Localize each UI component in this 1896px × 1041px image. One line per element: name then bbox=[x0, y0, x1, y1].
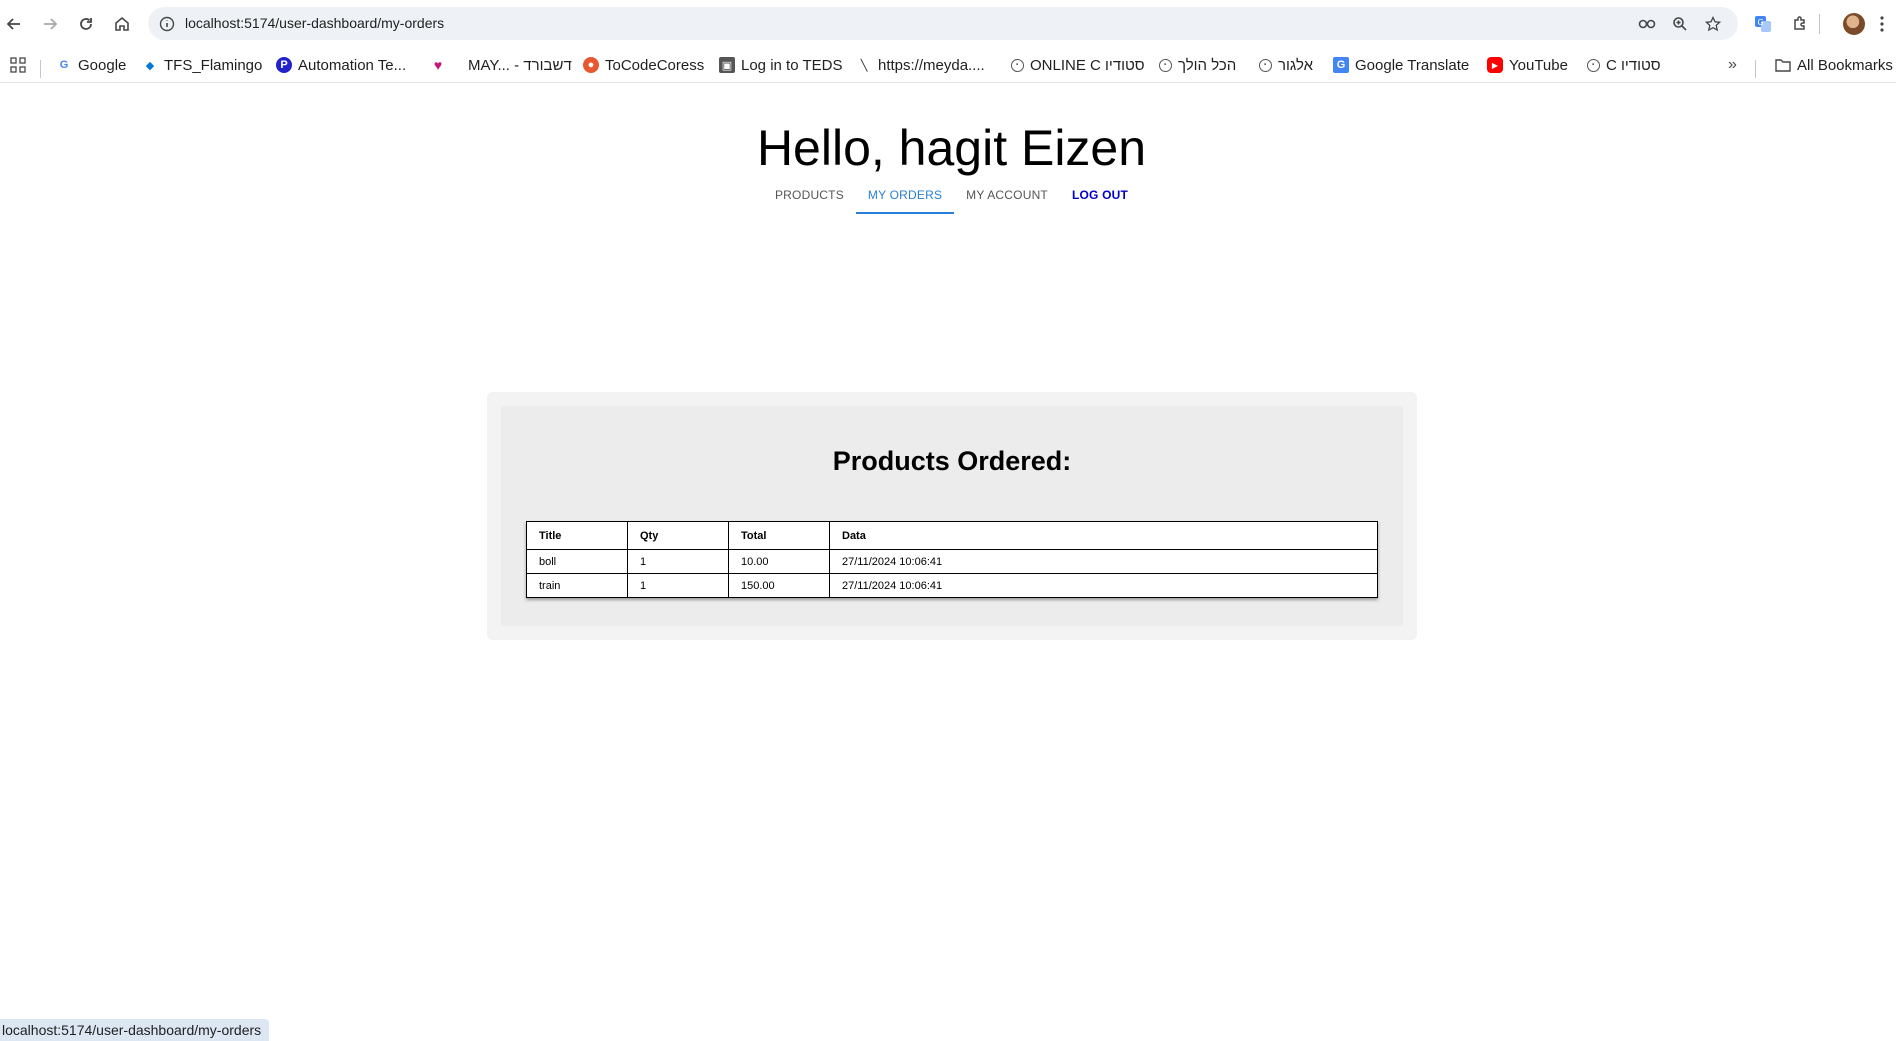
p-icon: P bbox=[276, 57, 292, 73]
column-header-qty: Qty bbox=[627, 521, 729, 550]
bookmark-hakol-holech[interactable]: · הכל הולך bbox=[1159, 54, 1236, 76]
bookmark-google-translate[interactable]: G Google Translate bbox=[1333, 54, 1469, 76]
bookmark-online-c[interactable]: · ONLINE C סטודיו bbox=[1011, 54, 1145, 76]
more-bookmarks-chevron-icon[interactable]: » bbox=[1728, 54, 1737, 76]
youtube-icon: ▶ bbox=[1487, 57, 1503, 73]
heart-icon: ♥ bbox=[433, 57, 443, 73]
meyda-icon: ╲ bbox=[860, 59, 868, 72]
bookmark-label: ToCodeCoress bbox=[605, 56, 705, 74]
bookmark-meyda[interactable]: ╲ https://meyda.... bbox=[856, 54, 985, 76]
bookmark-studio-c[interactable]: · C סטודיו bbox=[1587, 54, 1661, 76]
cell-total: 150.00 bbox=[728, 573, 830, 598]
globe-icon: · bbox=[1011, 58, 1024, 72]
bookmark-automation[interactable]: P Automation Te... bbox=[276, 54, 406, 76]
globe-icon: · bbox=[1159, 58, 1172, 72]
password-key-icon[interactable] bbox=[1636, 12, 1660, 36]
bookmark-algor[interactable]: · אלגור bbox=[1259, 54, 1313, 76]
bookmark-label: Google bbox=[78, 56, 127, 74]
address-bar[interactable]: localhost:5174/user-dashboard/my-orders bbox=[148, 7, 1738, 40]
cell-qty: 1 bbox=[627, 573, 729, 598]
site-info-icon[interactable] bbox=[155, 12, 179, 36]
translate-icon[interactable]: G bbox=[1749, 10, 1777, 38]
bookmark-label: MAY... - דשבורד bbox=[468, 56, 572, 74]
bookmark-label: YouTube bbox=[1509, 56, 1568, 74]
table-row: boll 1 10.00 27/11/2024 10:06:41 bbox=[526, 549, 1378, 574]
bookmark-label: Automation Te... bbox=[298, 56, 407, 74]
nav-my-account[interactable]: MY ACCOUNT bbox=[954, 186, 1060, 214]
forward-icon[interactable] bbox=[36, 10, 64, 38]
column-header-data: Data bbox=[829, 521, 1378, 550]
bookmark-label: Log in to TEDS bbox=[741, 56, 843, 74]
extensions-icon[interactable] bbox=[1786, 10, 1814, 38]
bookmark-label: TFS_Flamingo bbox=[164, 56, 263, 74]
orders-panel: Products Ordered: Title Qty Total Data b… bbox=[487, 392, 1417, 640]
column-header-total: Total bbox=[728, 521, 830, 550]
bookmarks-bar: G Google ◆ TFS_Flamingo P Automation Te.… bbox=[0, 48, 1896, 83]
google-icon: G bbox=[59, 59, 69, 71]
bookmark-label: אלגור bbox=[1278, 56, 1314, 74]
orders-panel-inner: Products Ordered: Title Qty Total Data b… bbox=[501, 406, 1403, 626]
teds-icon: ▣ bbox=[719, 57, 735, 73]
cell-date: 27/11/2024 10:06:41 bbox=[829, 549, 1378, 574]
all-bookmarks[interactable]: All Bookmarks bbox=[1775, 54, 1893, 76]
status-bar-url: localhost:5174/user-dashboard/my-orders bbox=[0, 1019, 270, 1041]
column-header-title: Title bbox=[526, 521, 628, 550]
url-text[interactable]: localhost:5174/user-dashboard/my-orders bbox=[185, 15, 444, 31]
bookmark-label: ONLINE C סטודיו bbox=[1030, 56, 1145, 74]
bookmarks-divider bbox=[1755, 60, 1756, 78]
bookmark-tocode[interactable]: ● ToCodeCoress bbox=[583, 54, 704, 76]
nav-products[interactable]: PRODUCTS bbox=[763, 186, 856, 214]
bookmark-label: Google Translate bbox=[1355, 56, 1470, 74]
home-icon[interactable] bbox=[108, 10, 136, 38]
bookmark-google[interactable]: G Google bbox=[56, 54, 127, 76]
bookmark-youtube[interactable]: ▶ YouTube bbox=[1487, 54, 1568, 76]
cell-total: 10.00 bbox=[728, 549, 830, 574]
orders-table: Title Qty Total Data boll 1 10.00 27/11/… bbox=[526, 521, 1378, 598]
all-bookmarks-label: All Bookmarks bbox=[1797, 56, 1893, 74]
cell-title: train bbox=[526, 573, 628, 598]
bookmark-tfs-flamingo[interactable]: ◆ TFS_Flamingo bbox=[142, 54, 263, 76]
nav-logout-button[interactable]: LOG OUT bbox=[1060, 186, 1140, 214]
svg-text:G: G bbox=[1758, 18, 1764, 27]
table-header-row: Title Qty Total Data bbox=[526, 521, 1378, 550]
cell-title: boll bbox=[526, 549, 628, 574]
greeting-heading: Hello, hagit Eizen bbox=[756, 120, 1147, 176]
translate-icon: G bbox=[1333, 57, 1349, 73]
orders-title: Products Ordered: bbox=[832, 446, 1072, 476]
bookmark-label: C סטודיו bbox=[1606, 56, 1661, 74]
bookmark-label: https://meyda.... bbox=[878, 56, 985, 74]
menu-kebab-icon[interactable] bbox=[1872, 10, 1892, 38]
back-icon[interactable] bbox=[0, 10, 28, 38]
table-row: train 1 150.00 27/11/2024 10:06:41 bbox=[526, 573, 1378, 598]
dashboard-nav: PRODUCTS MY ORDERS MY ACCOUNT LOG OUT bbox=[0, 186, 1896, 214]
bookmark-label: הכל הולך bbox=[1178, 56, 1237, 74]
globe-icon: · bbox=[1587, 58, 1600, 72]
globe-icon: · bbox=[1259, 58, 1272, 72]
apps-grid-icon[interactable] bbox=[10, 54, 26, 76]
azure-devops-icon: ◆ bbox=[145, 59, 155, 72]
toolbar-divider bbox=[1819, 14, 1820, 34]
bookmarks-divider bbox=[40, 60, 41, 78]
cell-qty: 1 bbox=[627, 549, 729, 574]
bookmark-star-icon[interactable] bbox=[1701, 12, 1725, 36]
bookmark-may-dashboard[interactable]: ♥ MAY... - דשבורד bbox=[430, 54, 572, 76]
reload-icon[interactable] bbox=[72, 10, 100, 38]
profile-avatar[interactable] bbox=[1840, 10, 1868, 38]
bookmark-teds[interactable]: ▣ Log in to TEDS bbox=[719, 54, 842, 76]
folder-icon bbox=[1775, 57, 1791, 73]
nav-my-orders[interactable]: MY ORDERS bbox=[855, 186, 955, 214]
tocode-icon: ● bbox=[583, 57, 599, 73]
browser-toolbar: localhost:5174/user-dashboard/my-orders … bbox=[0, 0, 1896, 48]
zoom-icon[interactable] bbox=[1668, 12, 1692, 36]
cell-date: 27/11/2024 10:06:41 bbox=[829, 573, 1378, 598]
